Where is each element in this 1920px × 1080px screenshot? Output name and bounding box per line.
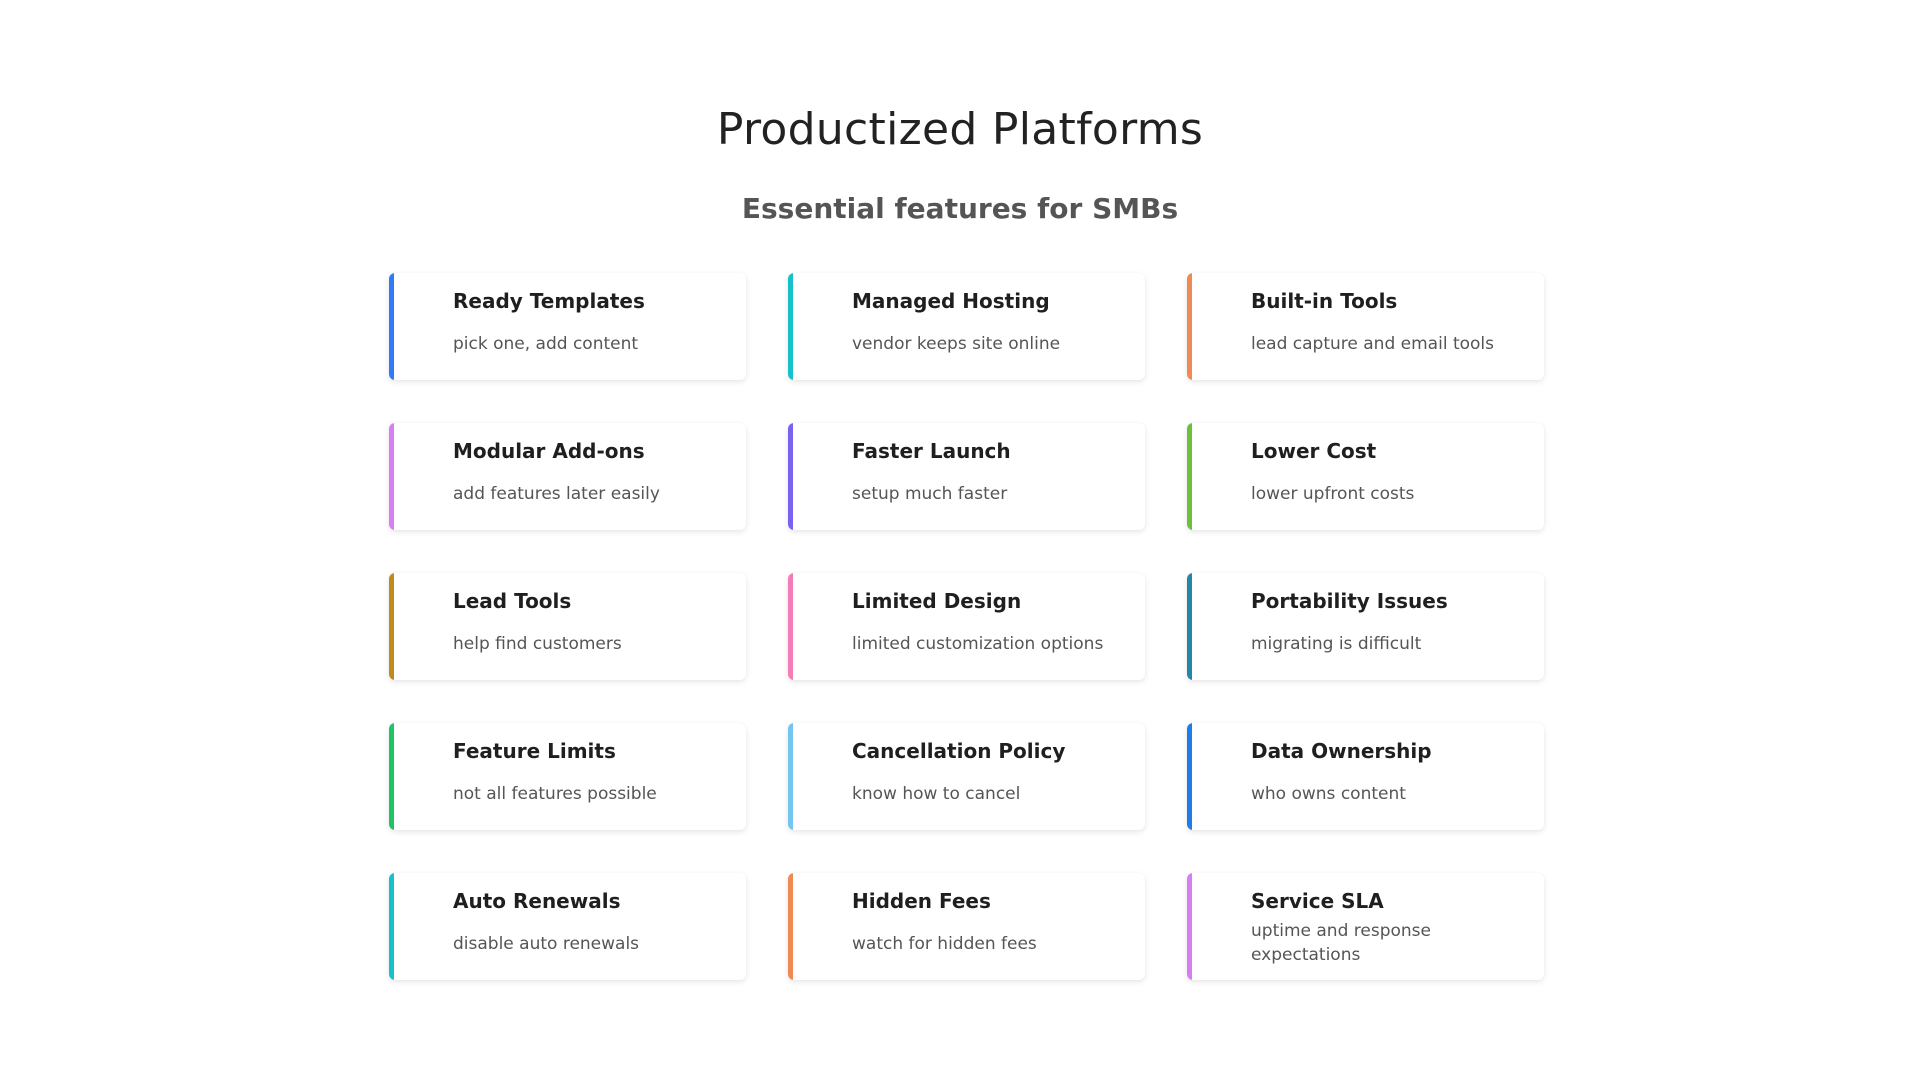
feature-card-built-in-tools: Built-in Tools lead capture and email to… xyxy=(1187,273,1544,380)
card-description: not all features possible xyxy=(453,784,657,804)
card-title: Lower Cost xyxy=(1251,439,1377,463)
card-accent-bar xyxy=(389,573,394,680)
feature-card-hidden-fees: Hidden Fees watch for hidden fees xyxy=(788,873,1145,980)
card-accent-bar xyxy=(1187,873,1192,980)
feature-card-lower-cost: Lower Cost lower upfront costs xyxy=(1187,423,1544,530)
card-description: migrating is difficult xyxy=(1251,634,1422,654)
feature-card-lead-tools: Lead Tools help find customers xyxy=(389,573,746,680)
feature-card-feature-limits: Feature Limits not all features possible xyxy=(389,723,746,830)
card-description: who owns content xyxy=(1251,784,1406,804)
card-accent-bar xyxy=(1187,273,1192,380)
card-accent-bar xyxy=(788,873,793,980)
card-title: Cancellation Policy xyxy=(852,739,1066,763)
card-description: disable auto renewals xyxy=(453,934,640,954)
card-description: vendor keeps site online xyxy=(852,334,1061,354)
card-accent-bar xyxy=(788,273,793,380)
card-description: lower upfront costs xyxy=(1251,484,1415,504)
feature-card-managed-hosting: Managed Hosting vendor keeps site online xyxy=(788,273,1145,380)
card-title: Managed Hosting xyxy=(852,289,1050,313)
feature-card-data-ownership: Data Ownership who owns content xyxy=(1187,723,1544,830)
feature-card-ready-templates: Ready Templates pick one, add content xyxy=(389,273,746,380)
card-title: Hidden Fees xyxy=(852,889,991,913)
card-accent-bar xyxy=(389,873,394,980)
card-title: Auto Renewals xyxy=(453,889,621,913)
feature-grid: Ready Templates pick one, add content Ma… xyxy=(389,273,1544,980)
card-accent-bar xyxy=(788,723,793,830)
card-accent-bar xyxy=(1187,573,1192,680)
card-title: Lead Tools xyxy=(453,589,572,613)
feature-card-auto-renewals: Auto Renewals disable auto renewals xyxy=(389,873,746,980)
page-subtitle: Essential features for SMBs xyxy=(741,192,1179,225)
feature-card-portability-issues: Portability Issues migrating is difficul… xyxy=(1187,573,1544,680)
card-title: Service SLA xyxy=(1251,889,1384,913)
page-title: Productized Platforms xyxy=(716,104,1204,155)
card-description: pick one, add content xyxy=(453,334,639,354)
card-title: Built-in Tools xyxy=(1251,289,1398,313)
feature-card-faster-launch: Faster Launch setup much faster xyxy=(788,423,1145,530)
card-accent-bar xyxy=(389,423,394,530)
feature-card-limited-design: Limited Design limited customization opt… xyxy=(788,573,1145,680)
feature-card-modular-add-ons: Modular Add-ons add features later easil… xyxy=(389,423,746,530)
card-description: uptime and response expectations xyxy=(1251,921,1431,965)
card-accent-bar xyxy=(389,273,394,380)
card-description: lead capture and email tools xyxy=(1251,334,1494,354)
feature-card-service-sla: Service SLA uptime and response expectat… xyxy=(1187,873,1544,980)
card-title: Faster Launch xyxy=(852,439,1011,463)
card-title: Modular Add-ons xyxy=(453,439,645,463)
card-description: help find customers xyxy=(453,634,622,654)
card-description: add features later easily xyxy=(453,484,660,504)
card-accent-bar xyxy=(1187,423,1192,530)
card-description: setup much faster xyxy=(852,484,1008,504)
feature-card-cancellation-policy: Cancellation Policy know how to cancel xyxy=(788,723,1145,830)
card-title: Limited Design xyxy=(852,589,1022,613)
card-description: watch for hidden fees xyxy=(852,934,1037,954)
card-description: know how to cancel xyxy=(852,784,1021,804)
card-accent-bar xyxy=(788,573,793,680)
card-description: limited customization options xyxy=(852,634,1104,654)
card-title: Feature Limits xyxy=(453,739,616,763)
card-title: Data Ownership xyxy=(1251,739,1432,763)
card-accent-bar xyxy=(788,423,793,530)
card-accent-bar xyxy=(1187,723,1192,830)
card-accent-bar xyxy=(389,723,394,830)
card-title: Portability Issues xyxy=(1251,589,1448,613)
card-title: Ready Templates xyxy=(453,289,645,313)
